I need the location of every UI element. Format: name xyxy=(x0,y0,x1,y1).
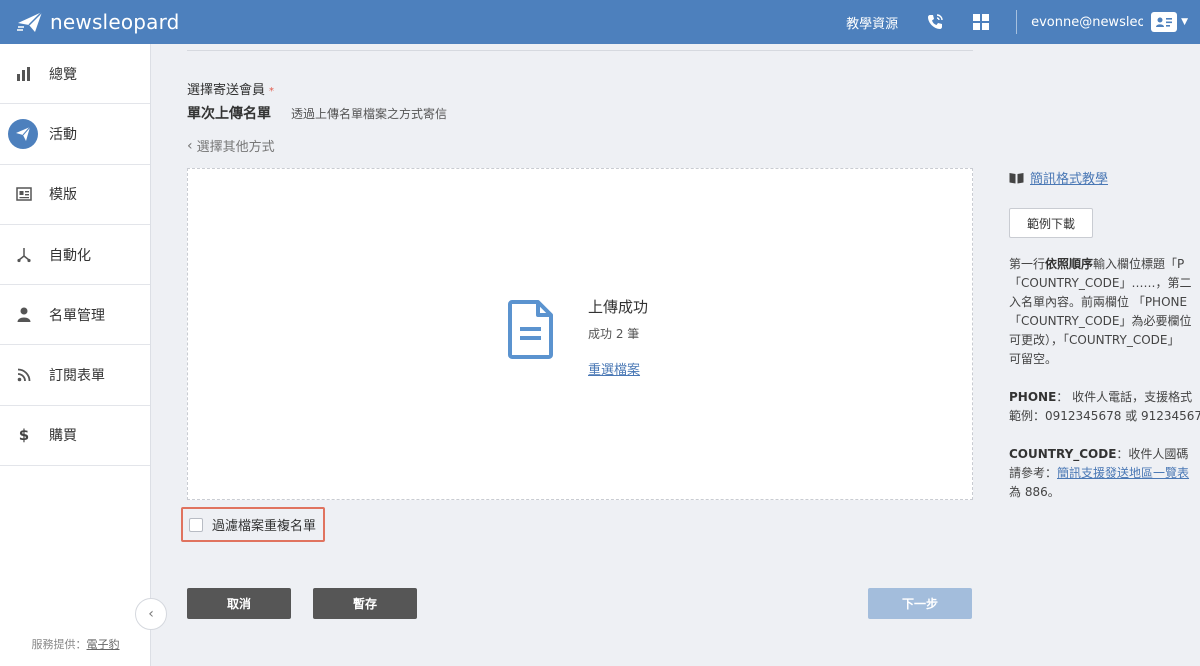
sidebar-item-label: 名單管理 xyxy=(49,307,105,324)
filter-duplicates-checkbox[interactable] xyxy=(189,517,203,532)
chevron-left-icon: ‹ xyxy=(187,137,193,154)
brand-name: newsleopard xyxy=(50,10,180,34)
filter-duplicates-label: 過濾檔案重複名單 xyxy=(212,519,317,534)
sidebar-item-label: 自動化 xyxy=(49,247,91,264)
field-key: COUNTRY_CODE xyxy=(1009,447,1117,461)
next-step-button[interactable]: 下一步 xyxy=(868,588,972,619)
help-line: 範例：0912345678 或 91234567 xyxy=(1009,409,1200,423)
sidebar-item-label: 總覽 xyxy=(49,66,77,83)
upload-status-title: 上傳成功 xyxy=(588,298,649,316)
reselect-file-link[interactable]: 重選檔案 xyxy=(588,359,640,378)
help-text-fragment: 請參考： xyxy=(1009,466,1058,480)
supported-regions-link[interactable]: 簡訊支援發送地區一覽表 xyxy=(1057,466,1189,480)
choose-other-method-link[interactable]: ‹ 選擇其他方式 xyxy=(187,136,275,156)
bar-chart-icon xyxy=(14,64,34,84)
user-card-icon[interactable] xyxy=(1151,12,1178,32)
sidebar-item-label: 購買 xyxy=(49,428,77,445)
help-line: 入名單內容。前兩欄位 「PHONE xyxy=(1009,295,1188,309)
rss-icon xyxy=(14,365,34,385)
sms-format-tutorial-link[interactable]: 簡訊格式教學 xyxy=(1009,168,1108,187)
back-link-label: 選擇其他方式 xyxy=(196,140,275,155)
section-label-text: 選擇寄送會員 xyxy=(187,83,266,98)
help-text-fragment: ：收件人國碼 xyxy=(1116,447,1189,461)
help-line: 為 886。 xyxy=(1009,485,1060,499)
chevron-left-icon: ‹ xyxy=(148,606,154,622)
tutorial-link-label: 簡訊格式教學 xyxy=(1030,172,1109,187)
filter-duplicates-option[interactable]: 過濾檔案重複名單 xyxy=(181,507,325,542)
main-content: 選擇寄送會員 * 單次上傳名單 透過上傳名單檔案之方式寄信 ‹ 選擇其他方式 上傳… xyxy=(151,44,1200,666)
automation-icon xyxy=(14,245,34,265)
document-icon xyxy=(508,300,553,359)
book-icon xyxy=(1009,172,1024,183)
help-line: PHONE： 收件人電話，支援格式 xyxy=(1009,388,1200,407)
user-email[interactable]: evonne@newsleo... xyxy=(1031,15,1143,30)
sample-download-button[interactable]: 範例下載 xyxy=(1009,208,1093,238)
section-label: 選擇寄送會員 * xyxy=(187,79,274,98)
sidebar-item-forms[interactable]: 訂閱表單 xyxy=(0,345,150,406)
sidebar-collapse-button[interactable]: ‹ xyxy=(135,598,167,630)
top-bar: newsleopard 教學資源 evonne@newsleo... xyxy=(0,0,1200,44)
logo-icon xyxy=(17,11,43,32)
topbar-divider xyxy=(1016,10,1018,34)
help-text-fragment: 輸入欄位標題「P xyxy=(1093,257,1185,271)
sidebar-item-templates[interactable]: 模版 xyxy=(0,165,150,225)
sidebar-item-overview[interactable]: 總覽 xyxy=(0,44,150,105)
sidebar-item-label: 模版 xyxy=(49,187,77,204)
help-line: 可更改），「COUNTRY_CODE」 xyxy=(1009,333,1180,347)
apps-grid-icon[interactable] xyxy=(970,11,992,33)
mode-description: 透過上傳名單檔案之方式寄信 xyxy=(291,107,448,121)
save-draft-button[interactable]: 暫存 xyxy=(313,588,417,619)
mode-title: 單次上傳名單 xyxy=(187,106,271,122)
sidebar-item-purchase[interactable]: $ 購買 xyxy=(0,406,150,467)
chevron-down-icon[interactable]: ▼ xyxy=(1181,17,1188,27)
help-line: 第一行依照順序輸入欄位標題「P xyxy=(1009,255,1200,274)
brand-logo[interactable]: newsleopard xyxy=(16,10,216,34)
help-line: 請參考：簡訊支援發送地區一覽表 xyxy=(1009,464,1200,483)
help-line: 可留空。 xyxy=(1009,352,1058,366)
sidebar-item-label: 活動 xyxy=(49,126,77,143)
sidebar-footer: 服務提供：電子豹 xyxy=(0,636,151,652)
upload-mode-row: 單次上傳名單 透過上傳名單檔案之方式寄信 xyxy=(187,103,447,123)
paper-plane-icon xyxy=(8,118,38,149)
upload-dropzone[interactable]: 上傳成功 成功 2 筆 重選檔案 xyxy=(187,168,973,500)
divider xyxy=(187,50,973,51)
required-mark: * xyxy=(269,86,275,97)
cancel-button[interactable]: 取消 xyxy=(187,588,291,619)
help-text-fragment: 第一行 xyxy=(1009,257,1046,271)
sidebar: 總覽 活動 模版 自動化 名單管理 訂閱表單 $ 購買 服務提供：電子豹 xyxy=(0,44,151,666)
provider-link[interactable]: 電子豹 xyxy=(87,638,120,651)
footer-prefix: 服務提供： xyxy=(31,638,87,651)
help-line: COUNTRY_CODE：收件人國碼 xyxy=(1009,445,1200,464)
upload-count: 成功 2 筆 xyxy=(588,327,640,341)
phone-icon[interactable] xyxy=(924,11,946,33)
field-key: PHONE xyxy=(1009,390,1057,404)
sidebar-item-automation[interactable]: 自動化 xyxy=(0,225,150,286)
sidebar-item-label: 訂閱表單 xyxy=(49,368,105,385)
dollar-icon: $ xyxy=(18,426,30,445)
sidebar-item-lists[interactable]: 名單管理 xyxy=(0,285,150,346)
resources-link[interactable]: 教學資源 xyxy=(846,13,898,32)
help-panel: 簡訊格式教學 範例下載 第一行依照順序輸入欄位標題「P 「COUNTRY_COD… xyxy=(1009,44,1200,666)
help-line: 「COUNTRY_CODE」為必要欄位 xyxy=(1009,314,1192,328)
help-line: 「COUNTRY_CODE」……，第二 xyxy=(1009,276,1192,290)
help-text-emphasis: 依照順序 xyxy=(1045,257,1094,271)
help-instructions: 第一行依照順序輸入欄位標題「P 「COUNTRY_CODE」……，第二 入名單內… xyxy=(1009,255,1200,502)
sidebar-item-campaigns[interactable]: 活動 xyxy=(0,104,150,165)
user-icon xyxy=(14,305,34,325)
help-text-fragment: ： 收件人電話，支援格式 xyxy=(1056,390,1193,404)
template-icon xyxy=(14,184,34,204)
